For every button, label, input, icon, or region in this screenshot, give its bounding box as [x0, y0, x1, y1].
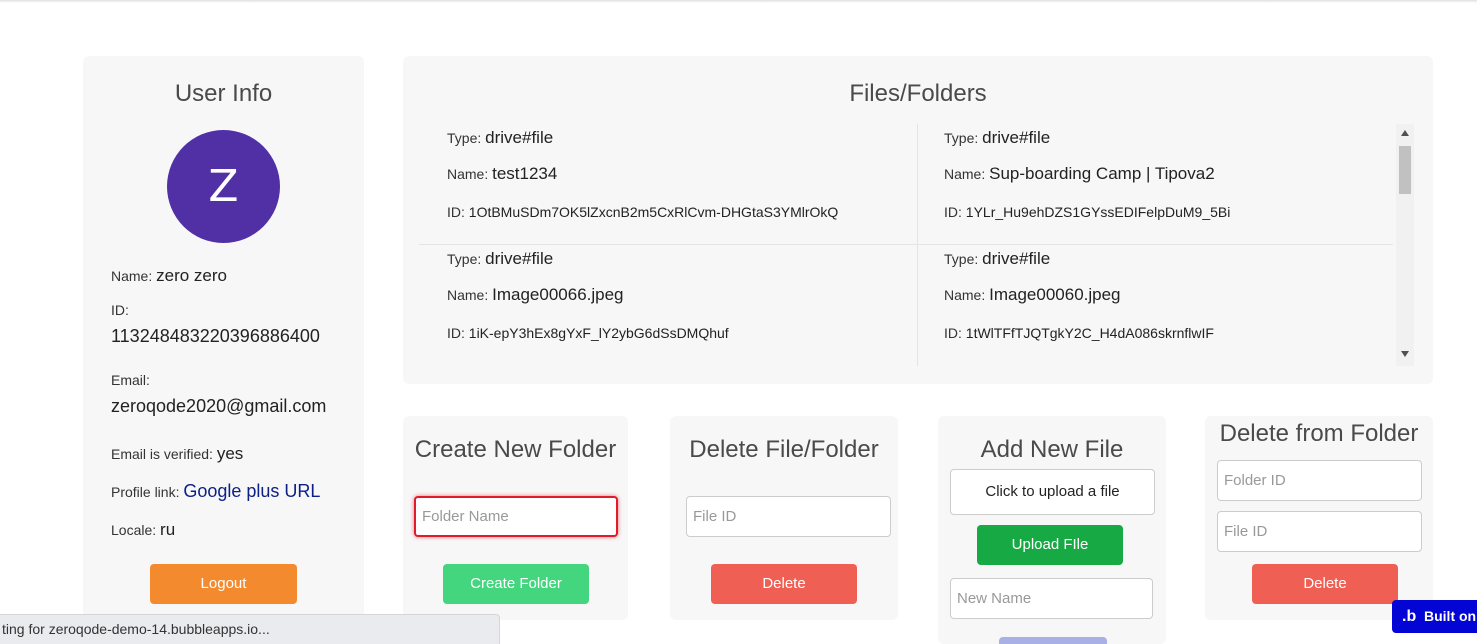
add-file-card: Add New File Click to upload a file Uplo…: [938, 416, 1166, 644]
row-divider: [419, 244, 1393, 245]
name-row: Name: zero zero: [111, 266, 227, 286]
id-label: ID:: [447, 204, 465, 220]
id-value: 1OtBMuSDm7OK5lZxcnB2m5CxRlCvm-DHGtaS3YMl…: [468, 204, 839, 220]
files-title: Files/Folders: [849, 80, 987, 107]
id-label: ID:: [111, 302, 129, 318]
create-folder-button[interactable]: Create Folder: [443, 564, 589, 604]
type-label: Type:: [944, 251, 979, 267]
delete-file-title: Delete File/Folder: [689, 436, 879, 463]
scroll-up-icon[interactable]: [1401, 130, 1409, 136]
locale-value: ru: [160, 520, 176, 539]
rename-button[interactable]: [999, 637, 1107, 644]
scroll-thumb[interactable]: [1399, 146, 1411, 194]
email-value: zeroqode2020@gmail.com: [111, 396, 327, 416]
profile-link[interactable]: Google plus URL: [183, 481, 320, 501]
folder-id-input[interactable]: Folder ID: [1217, 460, 1422, 501]
profile-label: Profile link:: [111, 484, 180, 500]
built-on-badge[interactable]: .b Built on: [1392, 600, 1477, 633]
type-value: drive#file: [982, 128, 1051, 147]
file-id-input[interactable]: File ID: [1217, 511, 1422, 552]
browser-status-bar: ting for zeroqode-demo-14.bubbleapps.io.…: [0, 614, 500, 644]
built-on-label: Built on: [1424, 608, 1477, 624]
type-label: Type:: [447, 251, 482, 267]
type-value: drive#file: [485, 128, 554, 147]
id-label: ID:: [944, 204, 962, 220]
delete-from-folder-button[interactable]: Delete: [1252, 564, 1398, 604]
id-value: 113248483220396886400: [111, 326, 320, 346]
type-value: drive#file: [982, 249, 1051, 268]
create-folder-title: Create New Folder: [414, 436, 617, 463]
name-value: Sup-boarding Camp | Tipova2: [989, 164, 1215, 183]
files-scrollbar[interactable]: [1396, 124, 1414, 366]
name-label: Name:: [944, 166, 986, 182]
delete-file-button[interactable]: Delete: [711, 564, 857, 604]
new-name-input[interactable]: New Name: [950, 578, 1153, 619]
create-folder-card: Create New Folder Folder Name Create Fol…: [403, 416, 628, 620]
top-border: [0, 0, 1477, 3]
type-label: Type:: [944, 130, 979, 146]
user-info-panel: User Info Z Name: zero zero ID: 11324848…: [83, 56, 364, 631]
avatar: Z: [167, 130, 280, 243]
locale-row: Locale: ru: [111, 520, 175, 540]
type-label: Type:: [447, 130, 482, 146]
logout-button[interactable]: Logout: [150, 564, 297, 604]
verified-value: yes: [216, 444, 244, 463]
delete-file-card: Delete File/Folder File ID Delete: [670, 416, 898, 620]
id-label: ID:: [447, 325, 465, 341]
id-label: ID:: [944, 325, 962, 341]
verified-row: Email is verified: yes: [111, 444, 243, 464]
type-value: drive#file: [485, 249, 554, 268]
locale-label: Locale:: [111, 522, 157, 538]
bubble-logo-icon: .b: [1402, 608, 1417, 625]
file-id-input[interactable]: File ID: [686, 496, 891, 537]
upload-file-button[interactable]: Upload FIle: [977, 525, 1123, 565]
name-label: Name:: [447, 166, 489, 182]
folder-name-input[interactable]: Folder Name: [414, 496, 618, 537]
delete-from-folder-card: Delete from Folder Folder ID File ID Del…: [1205, 416, 1433, 620]
column-divider: [917, 124, 918, 366]
id-value: 1tWlTFfTJQTgkY2C_H4dA086skrnflwIF: [965, 325, 1214, 341]
id-value: 1YLr_Hu9ehDZS1GYssEDIFelpDuM9_5Bi: [965, 204, 1231, 220]
add-file-title: Add New File: [980, 436, 1124, 463]
name-label: Name:: [944, 287, 986, 303]
scroll-down-icon[interactable]: [1401, 351, 1409, 357]
files-panel: Files/Folders Type: drive#file Name: tes…: [403, 56, 1433, 384]
email-label: Email:: [111, 372, 150, 388]
delete-from-folder-title: Delete from Folder: [1219, 420, 1419, 447]
profile-row: Profile link: Google plus URL: [111, 481, 320, 502]
name-value: zero zero: [156, 266, 227, 285]
name-value: Image00060.jpeg: [989, 285, 1121, 304]
name-label: Name:: [447, 287, 489, 303]
user-info-title: User Info: [174, 80, 273, 107]
name-value: test1234: [492, 164, 558, 183]
name-label: Name:: [111, 268, 153, 284]
verified-label: Email is verified:: [111, 446, 213, 462]
id-value: 1iK-epY3hEx8gYxF_lY2ybG6dSsDMQhuf: [468, 325, 729, 341]
upload-area[interactable]: Click to upload a file: [950, 469, 1155, 515]
name-value: Image00066.jpeg: [492, 285, 624, 304]
